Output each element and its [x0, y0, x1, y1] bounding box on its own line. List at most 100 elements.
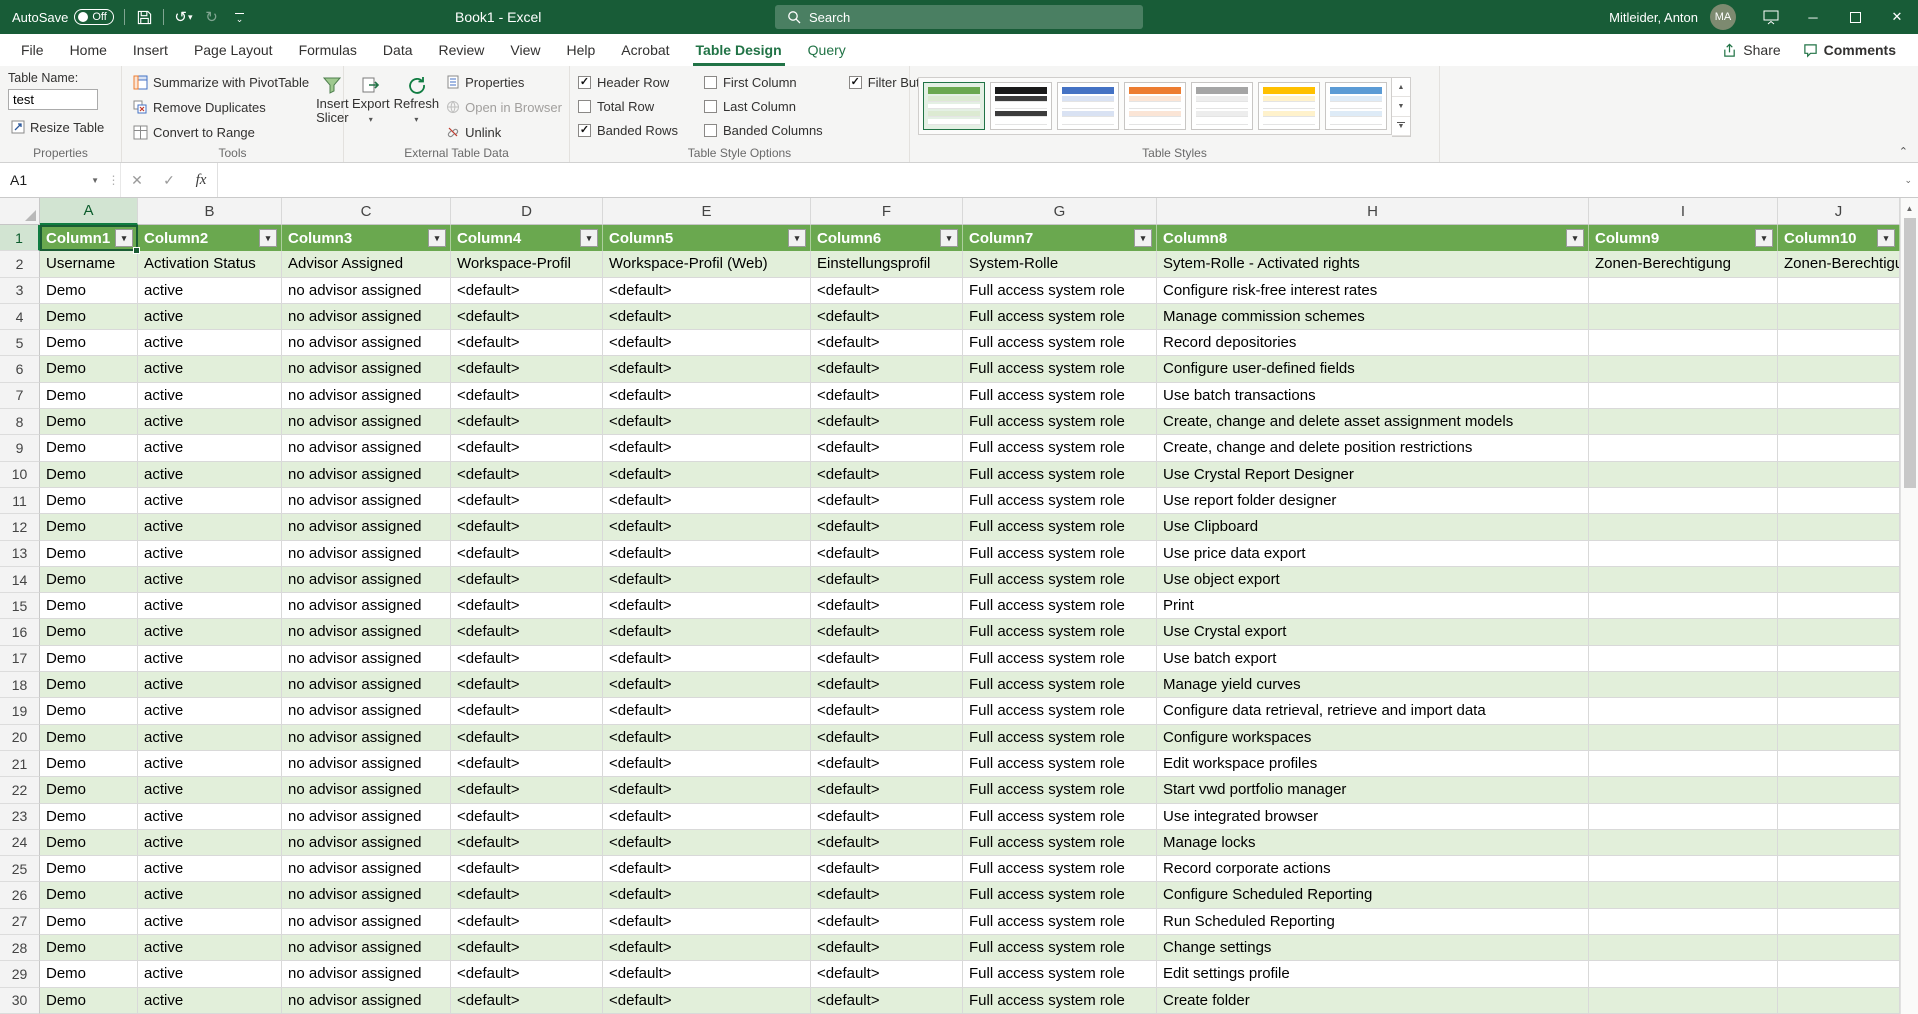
cell[interactable]	[1589, 514, 1778, 540]
cell[interactable]: Manage locks	[1157, 830, 1589, 856]
cell[interactable]	[1589, 725, 1778, 751]
cell[interactable]	[1589, 541, 1778, 567]
cell[interactable]	[1778, 725, 1900, 751]
column-header-e[interactable]: E	[603, 198, 811, 225]
row-header-19[interactable]: 19	[0, 698, 40, 724]
fill-handle[interactable]	[133, 247, 140, 254]
table-header-cell-column6[interactable]: Column6▾	[811, 225, 963, 251]
cell[interactable]: active	[138, 909, 282, 935]
cell[interactable]: no advisor assigned	[282, 409, 451, 435]
autosave-pill[interactable]: Off	[74, 9, 114, 25]
row-header-17[interactable]: 17	[0, 646, 40, 672]
cell[interactable]: Full access system role	[963, 804, 1157, 830]
cell[interactable]: no advisor assigned	[282, 725, 451, 751]
row-header-15[interactable]: 15	[0, 593, 40, 619]
cell[interactable]: <default>	[811, 988, 963, 1014]
cell[interactable]: <default>	[603, 804, 811, 830]
cell[interactable]: <default>	[451, 593, 603, 619]
cell[interactable]: <default>	[603, 830, 811, 856]
open-in-browser-button[interactable]: Open in Browser	[443, 96, 565, 118]
cell[interactable]: Configure risk-free interest rates	[1157, 278, 1589, 304]
cell[interactable]: active	[138, 646, 282, 672]
cell[interactable]: <default>	[603, 356, 811, 382]
cell[interactable]: Demo	[40, 646, 138, 672]
cell[interactable]	[1589, 593, 1778, 619]
cell[interactable]: no advisor assigned	[282, 383, 451, 409]
cell[interactable]: Demo	[40, 961, 138, 987]
save-button[interactable]	[135, 6, 153, 28]
tab-formulas[interactable]: Formulas	[286, 34, 370, 66]
cell[interactable]: no advisor assigned	[282, 619, 451, 645]
row-header-7[interactable]: 7	[0, 383, 40, 409]
row-header-8[interactable]: 8	[0, 409, 40, 435]
cell[interactable]: active	[138, 356, 282, 382]
cell[interactable]	[1778, 777, 1900, 803]
cell[interactable]: Full access system role	[963, 593, 1157, 619]
cell[interactable]: <default>	[603, 409, 811, 435]
cell[interactable]: no advisor assigned	[282, 988, 451, 1014]
cell[interactable]: Full access system role	[963, 462, 1157, 488]
column-header-a[interactable]: A	[40, 198, 138, 225]
cell[interactable]: no advisor assigned	[282, 961, 451, 987]
enter-button[interactable]: ✓	[153, 163, 185, 197]
cell[interactable]: Create folder	[1157, 988, 1589, 1014]
search-box[interactable]: Search	[775, 5, 1143, 29]
cell[interactable]: <default>	[451, 698, 603, 724]
minimize-button[interactable]: ─	[1792, 0, 1834, 34]
cell[interactable]: Run Scheduled Reporting	[1157, 909, 1589, 935]
cell[interactable]: active	[138, 935, 282, 961]
filter-button[interactable]: ▾	[1877, 229, 1895, 247]
cell[interactable]: <default>	[451, 462, 603, 488]
cell[interactable]: active	[138, 725, 282, 751]
cell[interactable]: no advisor assigned	[282, 909, 451, 935]
cell[interactable]	[1778, 988, 1900, 1014]
cell[interactable]: <default>	[603, 488, 811, 514]
row-header-22[interactable]: 22	[0, 777, 40, 803]
checkbox-first-column[interactable]: First Column	[704, 74, 823, 91]
cell[interactable]: no advisor assigned	[282, 751, 451, 777]
cell[interactable]: no advisor assigned	[282, 514, 451, 540]
cell[interactable]: active	[138, 435, 282, 461]
cell[interactable]: Demo	[40, 856, 138, 882]
customize-qat-button[interactable]: ⌄	[230, 6, 248, 28]
cell[interactable]: Demo	[40, 909, 138, 935]
cell[interactable]: <default>	[603, 751, 811, 777]
gallery-more-button[interactable]: ▼	[1392, 117, 1410, 136]
row-header-23[interactable]: 23	[0, 804, 40, 830]
cell[interactable]	[1589, 882, 1778, 908]
cell[interactable]: Full access system role	[963, 751, 1157, 777]
row-header-16[interactable]: 16	[0, 619, 40, 645]
row-header-20[interactable]: 20	[0, 725, 40, 751]
cell[interactable]: Configure Scheduled Reporting	[1157, 882, 1589, 908]
cell[interactable]: active	[138, 777, 282, 803]
insert-function-button[interactable]: fx	[185, 163, 217, 197]
cell[interactable]: Advisor Assigned	[282, 251, 451, 277]
cell[interactable]	[1778, 304, 1900, 330]
tab-acrobat[interactable]: Acrobat	[608, 34, 682, 66]
cell[interactable]: Demo	[40, 593, 138, 619]
scroll-up-arrow-icon[interactable]: ▲	[1901, 198, 1918, 218]
tab-file[interactable]: File	[8, 34, 57, 66]
cell[interactable]: active	[138, 751, 282, 777]
cell[interactable]	[1589, 961, 1778, 987]
column-header-c[interactable]: C	[282, 198, 451, 225]
cell[interactable]: no advisor assigned	[282, 304, 451, 330]
cell[interactable]: active	[138, 882, 282, 908]
cell[interactable]: <default>	[811, 567, 963, 593]
cell[interactable]: active	[138, 278, 282, 304]
share-button[interactable]: Share	[1722, 42, 1780, 58]
cell[interactable]: no advisor assigned	[282, 278, 451, 304]
table-header-cell-column1[interactable]: Column1▾	[40, 225, 138, 251]
cell[interactable]: Full access system role	[963, 356, 1157, 382]
cell[interactable]: <default>	[603, 304, 811, 330]
table-header-cell-column5[interactable]: Column5▾	[603, 225, 811, 251]
cell[interactable]: Demo	[40, 698, 138, 724]
convert-to-range-button[interactable]: Convert to Range	[130, 121, 312, 143]
cell[interactable]: <default>	[811, 383, 963, 409]
cell[interactable]: <default>	[811, 593, 963, 619]
cell[interactable]	[1589, 488, 1778, 514]
cell[interactable]: <default>	[811, 961, 963, 987]
cell[interactable]: active	[138, 383, 282, 409]
cell[interactable]: Manage yield curves	[1157, 672, 1589, 698]
cell[interactable]: Sytem-Rolle - Activated rights	[1157, 251, 1589, 277]
